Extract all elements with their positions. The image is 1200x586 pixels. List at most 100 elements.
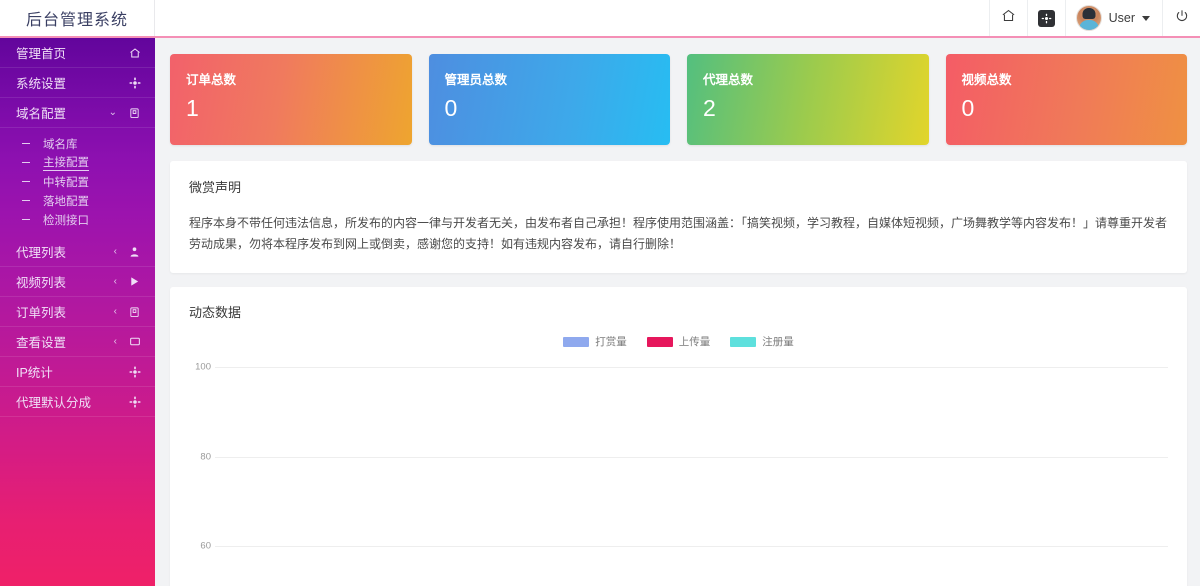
chart-y-tick-label: 80 bbox=[200, 451, 211, 462]
declaration-panel: 微赏声明 程序本身不带任何违法信息，所发布的内容一律与开发者无关，由发布者自己承… bbox=[170, 161, 1187, 273]
legend-item-uploads[interactable]: 上传量 bbox=[646, 334, 711, 349]
legend-item-registrations[interactable]: 注册量 bbox=[730, 334, 794, 349]
header-spacer bbox=[155, 0, 989, 36]
sidebar-subitem-label: 主接配置 bbox=[43, 154, 89, 171]
sidebar-submenu-domain-config: 域名库 主接配置 中转配置 落地配置 检测接口 bbox=[0, 128, 155, 237]
sidebar-nav: 管理首页 系统设置 域名配置 ⌄ 域名库 主接配置 中转配置 落地配置 检测接口… bbox=[0, 38, 155, 586]
sidebar-subitem-label: 域名库 bbox=[43, 138, 78, 151]
gear-icon bbox=[128, 366, 141, 378]
legend-swatch bbox=[730, 336, 757, 347]
sidebar-item-label: 域名配置 bbox=[16, 107, 67, 121]
legend-label: 上传量 bbox=[678, 336, 711, 348]
chevron-left-icon: ‹ bbox=[113, 276, 117, 287]
stat-card-value: 0 bbox=[444, 95, 458, 121]
chart-gridline bbox=[215, 546, 1168, 547]
power-icon bbox=[1175, 9, 1189, 28]
sidebar-item-ip-stats[interactable]: IP统计 bbox=[0, 357, 155, 387]
app-logo: 后台管理系统 bbox=[0, 0, 155, 36]
sidebar-item-agent-default-share[interactable]: 代理默认分成 bbox=[0, 387, 155, 417]
sidebar-subitem-relay-config[interactable]: 中转配置 bbox=[0, 172, 155, 191]
stat-card-admins[interactable]: 管理员总数 0 bbox=[428, 54, 670, 145]
main-content: 订单总数 1 管理员总数 0 代理总数 2 视频总数 0 微赏声明 程序本身不带… bbox=[155, 40, 1200, 586]
home-button[interactable] bbox=[988, 0, 1027, 36]
clipboard-icon bbox=[128, 306, 141, 318]
chevron-left-icon: ‹ bbox=[113, 336, 117, 347]
legend-label: 注册量 bbox=[762, 336, 794, 348]
chevron-down-icon bbox=[1142, 15, 1150, 21]
chart-legend: 打赏量 上传量 注册量 bbox=[189, 334, 1168, 349]
sidebar-item-label: 查看设置 bbox=[16, 336, 67, 350]
app-title: 后台管理系统 bbox=[25, 12, 128, 29]
dash-icon bbox=[22, 143, 30, 144]
sidebar-item-label: 订单列表 bbox=[16, 306, 67, 320]
dash-icon bbox=[22, 162, 30, 163]
user-name-label: User bbox=[1108, 11, 1135, 25]
sidebar-item-domain-config[interactable]: 域名配置 ⌄ bbox=[0, 98, 155, 128]
home-icon bbox=[1001, 8, 1016, 28]
sidebar-item-label: 系统设置 bbox=[16, 77, 67, 91]
chart-y-tick-label: 100 bbox=[195, 361, 211, 373]
sidebar-item-label: 代理列表 bbox=[16, 246, 67, 260]
sidebar-item-system-settings[interactable]: 系统设置 bbox=[0, 68, 155, 98]
sidebar-item-label: 代理默认分成 bbox=[16, 396, 92, 410]
stat-cards-row: 订单总数 1 管理员总数 0 代理总数 2 视频总数 0 bbox=[170, 54, 1187, 145]
chart-gridline bbox=[215, 367, 1168, 368]
avatar bbox=[1075, 5, 1102, 31]
sidebar-item-order-list[interactable]: 订单列表 ‹ bbox=[0, 297, 155, 327]
settings-square-icon bbox=[1037, 9, 1055, 27]
play-icon bbox=[128, 276, 141, 287]
stat-card-title: 视频总数 bbox=[961, 73, 1012, 87]
stat-card-title: 订单总数 bbox=[186, 73, 237, 87]
sidebar-item-view-settings[interactable]: 查看设置 ‹ bbox=[0, 327, 155, 357]
header-actions: User bbox=[988, 0, 1200, 36]
top-header-bar: 后台管理系统 User bbox=[0, 0, 1200, 38]
sidebar-subitem-landing-config[interactable]: 落地配置 bbox=[0, 191, 155, 210]
sidebar-subitem-label: 中转配置 bbox=[43, 176, 89, 189]
home-icon bbox=[128, 47, 141, 59]
dash-icon bbox=[22, 181, 30, 182]
gear-icon bbox=[128, 396, 141, 408]
stat-card-value: 2 bbox=[703, 95, 716, 121]
chart-plot-area: 100 80 60 bbox=[189, 355, 1168, 586]
gear-icon bbox=[128, 77, 141, 89]
chevron-left-icon: ‹ bbox=[113, 306, 117, 317]
sidebar-item-agent-list[interactable]: 代理列表 ‹ bbox=[0, 237, 155, 267]
sidebar-subitem-label: 检测接口 bbox=[43, 214, 89, 227]
clipboard-icon bbox=[128, 107, 141, 119]
chevron-left-icon: ‹ bbox=[113, 246, 117, 257]
stat-card-agents[interactable]: 代理总数 2 bbox=[687, 54, 929, 145]
user-icon bbox=[128, 246, 141, 258]
sidebar-item-dashboard[interactable]: 管理首页 bbox=[0, 38, 155, 68]
stat-card-title: 代理总数 bbox=[703, 73, 754, 87]
sidebar-item-video-list[interactable]: 视频列表 ‹ bbox=[0, 267, 155, 297]
legend-swatch bbox=[646, 336, 673, 347]
sidebar-subitem-domain-library[interactable]: 域名库 bbox=[0, 134, 155, 153]
legend-item-tips[interactable]: 打赏量 bbox=[563, 334, 627, 349]
logout-button[interactable] bbox=[1162, 0, 1200, 36]
chevron-down-icon: ⌄ bbox=[108, 107, 117, 118]
sidebar-item-label: 视频列表 bbox=[16, 276, 67, 290]
sidebar-subitem-label: 落地配置 bbox=[43, 195, 89, 208]
dash-icon bbox=[22, 200, 30, 201]
legend-swatch bbox=[563, 336, 590, 347]
user-menu[interactable]: User bbox=[1064, 0, 1162, 36]
sidebar-subitem-detection-api[interactable]: 检测接口 bbox=[0, 210, 155, 229]
sidebar-item-label: 管理首页 bbox=[16, 47, 67, 61]
stat-card-value: 0 bbox=[961, 95, 975, 121]
stat-card-orders[interactable]: 订单总数 1 bbox=[170, 54, 412, 145]
sidebar-subitem-main-config[interactable]: 主接配置 bbox=[0, 153, 155, 172]
dash-icon bbox=[22, 219, 30, 220]
stat-card-videos[interactable]: 视频总数 0 bbox=[945, 54, 1187, 145]
theme-settings-button[interactable] bbox=[1026, 0, 1065, 36]
chart-title: 动态数据 bbox=[189, 305, 242, 320]
chart-header: 动态数据 打赏量 上传量 注册量 bbox=[170, 287, 1187, 349]
declaration-body: 程序本身不带任何违法信息，所发布的内容一律与开发者无关，由发布者自己承担！程序使… bbox=[189, 216, 1168, 251]
monitor-icon bbox=[128, 336, 141, 347]
chart-gridline bbox=[215, 456, 1168, 458]
chart-y-tick-label: 60 bbox=[200, 540, 211, 552]
legend-label: 打赏量 bbox=[595, 336, 627, 348]
stat-card-title: 管理员总数 bbox=[444, 73, 508, 87]
declaration-title: 微赏声明 bbox=[189, 180, 242, 195]
sidebar-item-label: IP统计 bbox=[16, 366, 53, 380]
stat-card-value: 1 bbox=[186, 95, 199, 121]
